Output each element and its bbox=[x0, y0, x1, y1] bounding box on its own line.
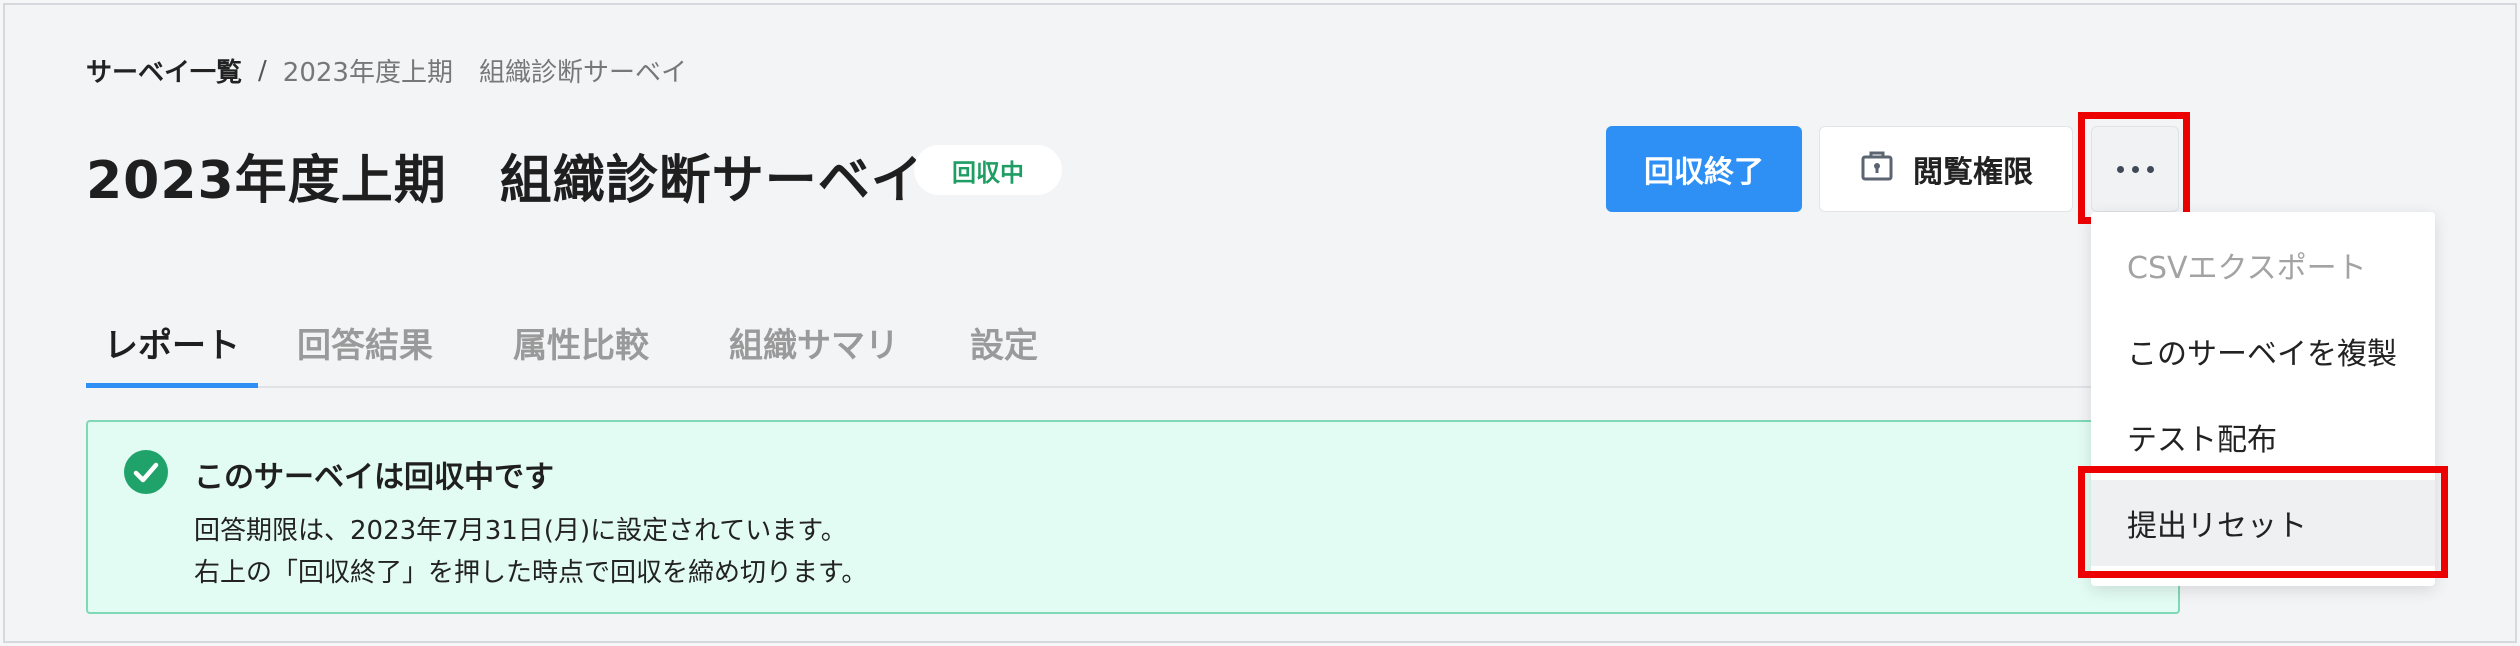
end-collection-button[interactable]: 回収終了 bbox=[1606, 126, 1802, 212]
notice-title: このサーベイは回収中です bbox=[194, 460, 554, 495]
tab-report[interactable]: レポート bbox=[86, 318, 258, 388]
status-badge: 回収中 bbox=[914, 145, 1062, 195]
breadcrumb-current: 2023年度上期 組織診断サーベイ bbox=[282, 58, 687, 88]
highlight-submission-reset bbox=[2078, 466, 2448, 578]
notice-deadline-text: 回答期限は、2023年7月31日(月)に設定されています。 bbox=[194, 516, 847, 546]
tab-bar: レポート 回答結果 属性比較 組織サマリ 設定 bbox=[86, 318, 2182, 388]
check-circle-icon bbox=[124, 450, 168, 494]
page-title: 2023年度上期 組織診断サーベイ bbox=[86, 151, 924, 211]
breadcrumb: サーベイ一覧 / 2023年度上期 組織診断サーベイ bbox=[86, 52, 687, 89]
tab-org-summary[interactable]: 組織サマリ bbox=[724, 318, 904, 388]
view-permission-button[interactable]: 閲覧権限 bbox=[1819, 126, 2073, 212]
menu-item-duplicate-survey[interactable]: このサーベイを複製 bbox=[2091, 308, 2435, 394]
highlight-more-button bbox=[2078, 112, 2190, 224]
tab-responses[interactable]: 回答結果 bbox=[290, 318, 440, 388]
notice-instruction-text: 右上の「回収終了」を押した時点で回収を締め切ります。 bbox=[194, 558, 868, 588]
breadcrumb-separator: / bbox=[258, 55, 267, 86]
view-permission-label: 閲覧権限 bbox=[1913, 156, 2033, 189]
menu-item-csv-export: CSVエクスポート bbox=[2127, 251, 2367, 286]
breadcrumb-survey-list-link[interactable]: サーベイ一覧 bbox=[86, 52, 242, 89]
tab-settings[interactable]: 設定 bbox=[962, 318, 1046, 388]
lock-icon bbox=[1859, 147, 1895, 191]
collection-notice: このサーベイは回収中です 回答期限は、2023年7月31日(月)に設定されていま… bbox=[86, 420, 2180, 614]
tab-attribute-comparison[interactable]: 属性比較 bbox=[506, 318, 656, 388]
